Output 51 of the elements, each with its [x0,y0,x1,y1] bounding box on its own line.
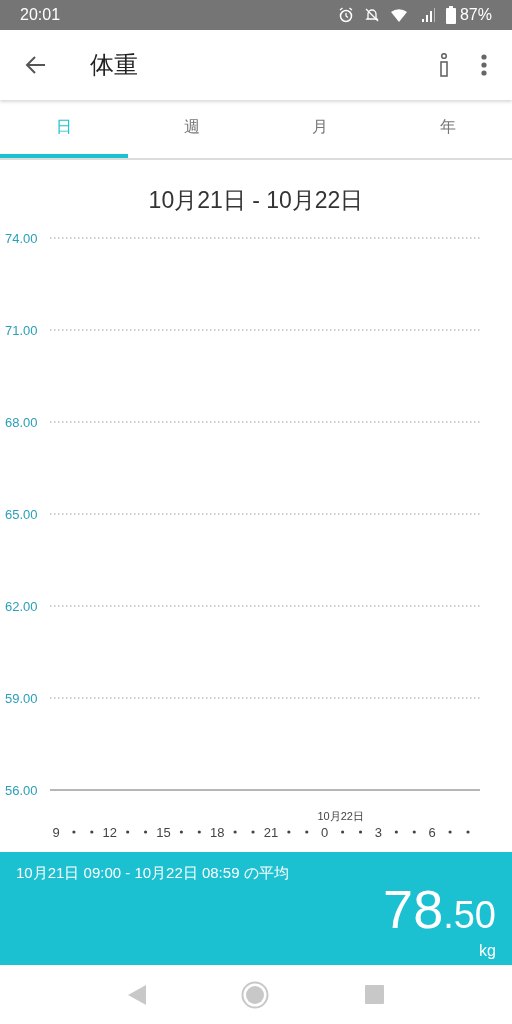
period-tab[interactable]: 年 [384,100,512,158]
hour-dot-icon [179,830,183,834]
weight-unit: kg [479,942,496,959]
average-weight-integer: 78 [383,878,444,939]
y-tick-label: 65.00 [5,507,38,522]
hour-dot-icon [233,830,237,834]
hour-dot-icon [143,830,148,834]
y-tick-label: 71.00 [5,323,38,338]
muted-bell-icon [363,7,380,23]
average-period-label: 10月21日 09:00 - 10月22日 08:59 の平均 [16,863,289,883]
hour-dot-icon [412,830,416,834]
y-tick-label: 59.00 [5,691,38,706]
date-annotation: 10月22日 [317,810,364,822]
x-tick-label: 3 [374,825,383,840]
hour-dot-icon [197,830,201,834]
hour-dot-icon [341,830,345,834]
back-arrow-icon [24,55,46,75]
x-tick-label: 6 [428,825,436,840]
hour-dot-icon [305,830,309,834]
x-tick-label: 12 [102,825,117,840]
y-tick-label: 56.00 [5,783,38,798]
x-tick-label: 0 [321,825,329,840]
status-time: 20:01 [20,5,61,25]
info-icon [439,53,449,77]
range-title: 10月21日 - 10月22日 [148,186,364,215]
hour-dot-icon [90,830,94,834]
y-tick-label: 62.00 [5,599,38,614]
hour-dot-icon [126,830,130,834]
hour-dot-icon [251,830,255,834]
signal-icon [419,7,436,23]
alarm-icon [337,7,354,23]
x-tick-label: 21 [263,825,279,840]
y-tick-label: 68.00 [5,415,38,430]
x-tick-label: 15 [156,825,171,840]
period-tab[interactable]: 月 [256,100,384,158]
hour-dot-icon [466,830,470,834]
hour-dot-icon [394,830,398,834]
battery-icon [445,6,456,24]
x-tick-label: 18 [210,825,225,840]
hour-dot-icon [72,830,76,834]
period-tab[interactable]: 週 [128,100,256,158]
average-weight-decimal: .50 [443,892,496,938]
hour-dot-icon [358,830,363,834]
wifi-icon [389,7,410,23]
hour-dot-icon [287,830,291,834]
y-tick-label: 74.00 [5,231,38,246]
more-vertical-icon [481,54,487,76]
page-title: 体重 [90,50,138,80]
hour-dot-icon [448,830,452,834]
battery-level: 87% [459,5,492,25]
x-tick-label: 9 [52,825,60,840]
